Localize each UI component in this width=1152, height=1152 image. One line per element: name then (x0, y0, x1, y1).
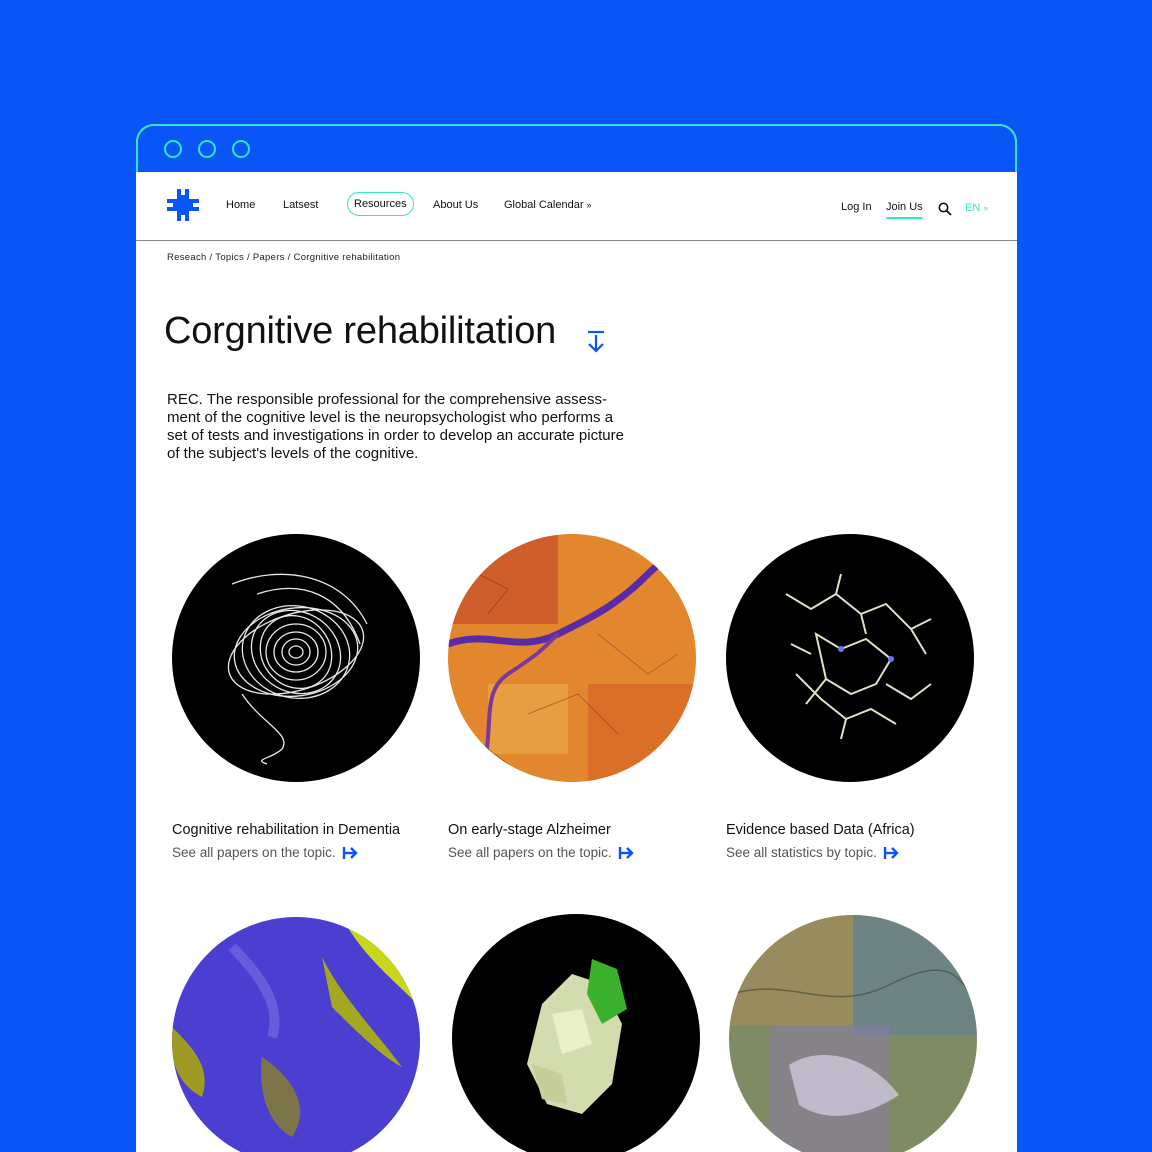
chevron-down-icon: » (983, 203, 989, 213)
topic-card[interactable] (452, 914, 712, 1152)
topic-card[interactable] (729, 915, 989, 1152)
nav-home[interactable]: Home (226, 199, 255, 211)
language-selector[interactable]: EN» (965, 202, 988, 214)
chevron-down-icon: » (586, 200, 592, 210)
topic-card[interactable]: On early-stage Alzheimer See all papers … (448, 534, 708, 860)
join-us-underline (886, 217, 923, 219)
page-title: Corgnitive rehabilitation (164, 310, 557, 352)
topic-image-landscape[interactable] (448, 534, 696, 782)
card-link[interactable]: See all statistics by topic. (726, 845, 899, 860)
join-us-link[interactable]: Join Us (886, 201, 923, 219)
window-button-close[interactable] (164, 140, 182, 158)
breadcrumb-item[interactable]: Topics (215, 252, 244, 263)
top-navigation: Home Latsest Resources About Us Global C… (136, 172, 1017, 241)
card-title: Cognitive rehabilitation in Dementia (172, 822, 401, 838)
nav-latest[interactable]: Latsest (283, 199, 318, 211)
breadcrumb-item[interactable]: Papers (253, 252, 285, 263)
login-link[interactable]: Log In (841, 201, 872, 213)
topic-card[interactable]: Cognitive rehabilitation in Dementia See… (172, 534, 432, 860)
topic-image-glacier[interactable] (172, 917, 420, 1152)
join-us-label: Join Us (886, 201, 923, 213)
language-label: EN (965, 202, 981, 214)
nav-global-calendar-label: Global Calendar (504, 199, 584, 211)
topic-image-terrain[interactable] (729, 915, 977, 1152)
logo-icon[interactable] (166, 188, 200, 222)
topic-card[interactable]: Evidence based Data (Africa) See all sta… (726, 534, 986, 860)
card-link[interactable]: See all papers on the topic. (448, 845, 634, 860)
page-description: REC. The responsible professional for th… (167, 391, 624, 462)
breadcrumb: Reseach / Topics / Papers / Corgnitive r… (167, 252, 401, 263)
card-link-label: See all papers on the topic. (448, 845, 612, 860)
topic-image-molecule[interactable] (726, 534, 974, 782)
window-chrome (136, 124, 1017, 172)
arrow-right-icon (883, 846, 899, 859)
card-link-label: See all statistics by topic. (726, 845, 877, 860)
card-title: On early-stage Alzheimer (448, 822, 611, 838)
window-button-minimize[interactable] (198, 140, 216, 158)
breadcrumb-item[interactable]: Reseach (167, 252, 207, 263)
nav-resources[interactable]: Resources (347, 192, 414, 216)
arrow-down-icon[interactable] (586, 330, 606, 354)
card-link[interactable]: See all papers on the topic. (172, 845, 358, 860)
topic-image-spiral[interactable] (172, 534, 420, 782)
card-title: Evidence based Data (Africa) (726, 822, 915, 838)
arrow-right-icon (618, 846, 634, 859)
card-link-label: See all papers on the topic. (172, 845, 336, 860)
breadcrumb-current: Corgnitive rehabilitation (293, 252, 401, 263)
window-button-maximize[interactable] (232, 140, 250, 158)
topic-image-crystal[interactable] (452, 914, 700, 1152)
nav-about-us[interactable]: About Us (433, 199, 478, 211)
search-icon[interactable] (938, 202, 952, 216)
nav-global-calendar[interactable]: Global Calendar» (504, 199, 592, 211)
topic-card[interactable] (172, 917, 432, 1152)
browser-window: Home Latsest Resources About Us Global C… (136, 124, 1017, 1152)
arrow-right-icon (342, 846, 358, 859)
